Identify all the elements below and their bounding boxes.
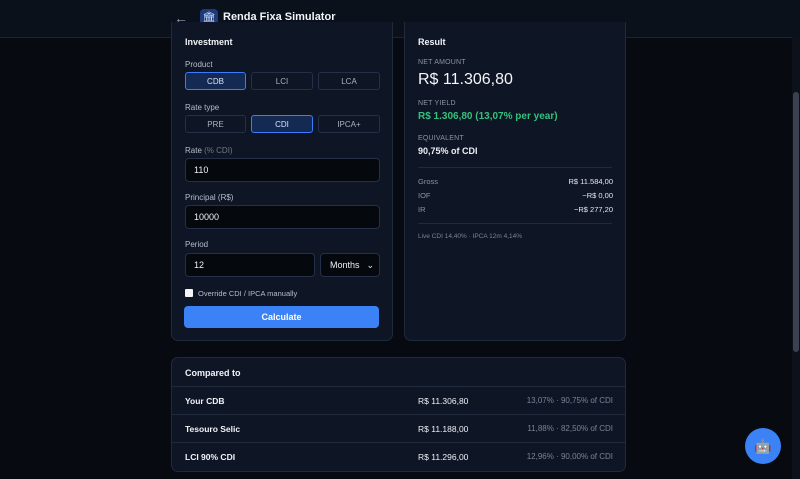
live-rates-footnote: Live CDI 14,40% · IPCA 12m 4,14% xyxy=(418,233,523,240)
top-bar: ← 🏛 Renda Fixa Simulator xyxy=(0,0,800,38)
ir-value: −R$ 277,20 xyxy=(574,205,613,214)
compare-yield: 13,07% · 90,75% of CDI xyxy=(526,396,613,405)
table-row: Your CDB R$ 11.306,80 13,07% · 90,75% of… xyxy=(172,386,625,415)
ir-label: IR xyxy=(418,205,426,214)
rate-type-cdi-button[interactable]: CDI xyxy=(251,115,313,133)
equivalent-label: EQUIVALENT xyxy=(418,135,464,142)
rate-label-text: Rate xyxy=(185,146,202,155)
iof-label: IOF xyxy=(418,191,431,200)
compare-title: Compared to xyxy=(185,368,241,378)
rate-input[interactable]: 110 xyxy=(185,158,380,182)
net-yield-value: R$ 1.306,80 (13,07% per year) xyxy=(418,111,558,122)
period-input[interactable]: 12 xyxy=(185,253,315,277)
chevron-down-icon: ⌄ xyxy=(366,260,374,270)
period-label: Period xyxy=(185,240,209,249)
scrollbar[interactable] xyxy=(792,37,800,479)
gross-value: R$ 11.584,00 xyxy=(568,177,613,186)
investment-title: Investment xyxy=(185,37,233,47)
product-label: Product xyxy=(185,60,213,69)
assistant-robot-icon[interactable]: 🤖 xyxy=(745,428,781,464)
compare-amount: R$ 11.296,00 xyxy=(418,452,469,462)
iof-value: −R$ 0,00 xyxy=(582,191,613,200)
rate-type-label: Rate type xyxy=(185,103,220,112)
override-label: Override CDI / IPCA manually xyxy=(198,289,298,298)
rate-unit: (% CDI) xyxy=(204,146,233,155)
rate-type-pre-button[interactable]: PRE xyxy=(185,115,246,133)
principal-label: Principal (R$) xyxy=(185,193,234,202)
rate-label: Rate (% CDI) xyxy=(185,146,233,155)
result-title: Result xyxy=(418,37,446,47)
compare-name: Your CDB xyxy=(185,396,225,406)
product-lci-button[interactable]: LCI xyxy=(251,72,313,90)
compare-yield: 11,88% · 82,50% of CDI xyxy=(527,424,613,433)
compare-yield: 12,96% · 90,00% of CDI xyxy=(526,452,613,461)
compare-card: Compared to Your CDB R$ 11.306,80 13,07%… xyxy=(171,357,626,472)
net-amount-value: R$ 11.306,80 xyxy=(418,71,513,88)
rate-type-ipca-button[interactable]: IPCA+ xyxy=(318,115,380,133)
product-lca-button[interactable]: LCA xyxy=(318,72,380,90)
product-cdb-button[interactable]: CDB xyxy=(185,72,246,90)
period-unit-value: Months xyxy=(330,260,360,270)
result-card: Result NET AMOUNT R$ 11.306,80 NET YIELD… xyxy=(404,22,626,341)
investment-card: Investment Product CDB LCI LCA Rate type… xyxy=(171,22,393,341)
net-amount-label: NET AMOUNT xyxy=(418,59,466,66)
override-checkbox[interactable] xyxy=(185,289,193,297)
principal-input[interactable]: 10000 xyxy=(185,205,380,229)
result-divider-top xyxy=(418,167,612,168)
compare-name: LCI 90% CDI xyxy=(185,452,236,462)
calculate-button[interactable]: Calculate xyxy=(184,306,379,328)
scrollbar-thumb[interactable] xyxy=(793,92,799,352)
period-unit-select[interactable]: Months ⌄ xyxy=(320,253,380,277)
compare-amount: R$ 11.306,80 xyxy=(418,396,469,406)
result-divider-bottom xyxy=(418,223,612,224)
net-yield-label: NET YIELD xyxy=(418,100,456,107)
table-row: Tesouro Selic R$ 11.188,00 11,88% · 82,5… xyxy=(172,414,625,443)
equivalent-value: 90,75% of CDI xyxy=(418,146,478,156)
table-row: LCI 90% CDI R$ 11.296,00 12,96% · 90,00%… xyxy=(172,442,625,471)
compare-amount: R$ 11.188,00 xyxy=(418,424,469,434)
gross-label: Gross xyxy=(418,177,439,186)
compare-name: Tesouro Selic xyxy=(185,424,241,434)
